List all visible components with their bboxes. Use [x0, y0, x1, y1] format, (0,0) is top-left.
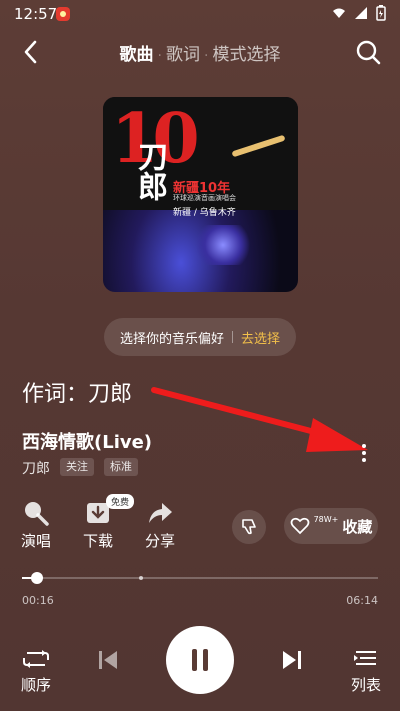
preference-select-link[interactable]: 去选择 [241, 328, 280, 347]
current-time: 00:16 [22, 594, 54, 607]
status-icons [332, 5, 386, 21]
play-mode-button[interactable]: 顺序 [14, 648, 58, 695]
quality-badge[interactable]: 标准 [104, 458, 138, 476]
previous-button[interactable] [96, 648, 120, 676]
music-preference-pill[interactable]: 选择你的音乐偏好 去选择 [104, 318, 296, 356]
collect-button[interactable]: 78W+ 收藏 [284, 508, 378, 544]
previous-icon [99, 651, 117, 669]
playlist-button[interactable]: 列表 [344, 648, 388, 695]
collect-label: 收藏 [342, 517, 373, 536]
more-vertical-icon [362, 444, 366, 462]
mic-icon [25, 502, 49, 526]
tab-mode-select[interactable]: 模式选择 [212, 40, 280, 65]
download-label: 下载 [82, 532, 113, 550]
album-cover-location: 新疆 / 乌鲁木齐 [173, 208, 236, 218]
total-time: 06:14 [346, 594, 378, 607]
album-cover-artist: 刀郎 [132, 141, 167, 201]
pause-icon [192, 649, 208, 671]
playlist-label: 列表 [350, 676, 381, 694]
app-notification-icon [56, 7, 70, 21]
next-icon [283, 651, 301, 669]
search-button[interactable] [354, 38, 382, 66]
signal-icon [355, 7, 367, 19]
preference-divider [232, 331, 233, 343]
free-badge: 免费 [106, 494, 135, 509]
next-button[interactable] [280, 648, 304, 676]
sing-button[interactable]: 演唱 [10, 500, 62, 551]
song-title: 西海情歌(Live) [22, 432, 153, 453]
sing-label: 演唱 [20, 532, 51, 550]
wifi-icon [333, 8, 345, 18]
dislike-button[interactable] [232, 510, 266, 544]
more-options-button[interactable] [356, 440, 372, 468]
preference-text: 选择你的音乐偏好 [119, 331, 224, 347]
album-cover-subtitle: 环球巡演音画演唱会 [173, 194, 236, 202]
heart-icon [290, 517, 309, 535]
lyricist-credit: 作词：刀郎 [22, 382, 133, 407]
search-icon [356, 40, 381, 65]
artist-name[interactable]: 刀郎 [22, 458, 50, 478]
tab-bar: 歌曲 · 歌词 · 模式选择 [0, 40, 400, 65]
thumbs-down-icon [242, 519, 256, 535]
battery-icon [376, 5, 386, 21]
collect-count: 78W+ [313, 514, 339, 524]
status-time: 12:57 [14, 5, 58, 23]
repeat-icon [23, 650, 49, 668]
share-icon [149, 503, 172, 523]
album-cover[interactable]: 10 刀郎 新疆10年 环球巡演音画演唱会 新疆 / 乌鲁木齐 [103, 97, 298, 292]
play-mode-label: 顺序 [20, 676, 51, 694]
annotation-arrow [151, 387, 368, 452]
progress-track[interactable] [22, 577, 378, 579]
tab-song[interactable]: 歌曲 [120, 40, 154, 65]
share-button[interactable]: 分享 [134, 500, 186, 551]
pause-button[interactable] [166, 626, 234, 694]
tab-separator: · [157, 48, 162, 64]
share-label: 分享 [144, 532, 175, 550]
progress-marker [139, 576, 143, 580]
progress-thumb[interactable] [31, 572, 44, 584]
tab-separator: · [204, 48, 209, 64]
follow-button[interactable]: 关注 [60, 458, 94, 476]
playlist-icon [354, 651, 376, 665]
tab-lyrics[interactable]: 歌词 [166, 40, 200, 65]
album-cover-stage-light [193, 225, 253, 265]
